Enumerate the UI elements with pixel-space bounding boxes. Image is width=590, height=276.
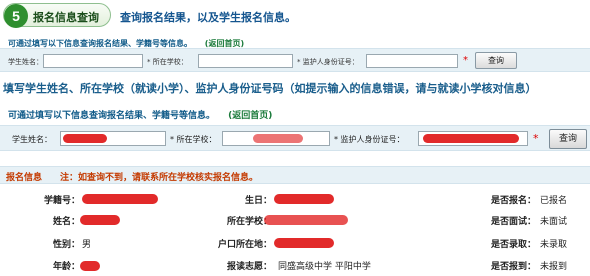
student-no-label: 学籍号： bbox=[43, 196, 80, 206]
form1-school-label: * 所在学校： bbox=[147, 58, 188, 66]
gender-label: 性别： bbox=[52, 240, 80, 250]
form2-guardian-id-label: * 监护人身份证号： bbox=[334, 135, 405, 144]
form2-query-button[interactable]: 查询 bbox=[549, 129, 587, 149]
student-no-value-redacted bbox=[82, 194, 158, 204]
redaction-mark bbox=[63, 134, 107, 143]
registered-value: 已报名 bbox=[540, 196, 568, 206]
step-number: 5 bbox=[4, 4, 28, 28]
reported-value: 未报到 bbox=[540, 262, 568, 272]
school-value-redacted bbox=[264, 215, 348, 225]
form2-guardian-id-input[interactable] bbox=[418, 131, 528, 146]
interviewed-label: 是否面试： bbox=[490, 217, 536, 227]
form2-school-input[interactable] bbox=[222, 131, 330, 146]
form1-hint-text: 可通过填写以下信息查询报名结果、学籍号等信息。 bbox=[8, 39, 192, 48]
birthday-label: 生日： bbox=[244, 196, 272, 206]
gender-value: 男 bbox=[82, 240, 92, 250]
birthday-value-redacted bbox=[274, 194, 334, 204]
form2-required-mark: * bbox=[533, 132, 539, 145]
info-grid: 学籍号： 生日： 是否报名： 已报名 姓名： 所在学校： 是否面试： 未面试 性… bbox=[0, 187, 590, 276]
age-label: 年龄： bbox=[52, 262, 80, 272]
instruction-text: 填写学生姓名、所在学校（就读小学）、监护人身份证号码（如提示输入的信息错误，请与… bbox=[3, 82, 537, 95]
age-value-redacted bbox=[80, 261, 100, 271]
form2-row: 学生姓名： * 所在学校： * 监护人身份证号： * 查询 bbox=[0, 125, 590, 151]
form1-query-button[interactable]: 查询 bbox=[475, 52, 517, 69]
page-header: 5 报名信息查询 查询报名结果，以及学生报名信息。 bbox=[0, 0, 590, 30]
form1-row: 学生姓名： * 所在学校： * 监护人身份证号： * 查询 bbox=[0, 48, 590, 72]
interviewed-value: 未面试 bbox=[540, 217, 568, 227]
form2-school-label: * 所在学校： bbox=[170, 135, 217, 144]
school-label: 所在学校： bbox=[226, 217, 272, 227]
form2-student-name-label: 学生姓名： bbox=[12, 135, 52, 144]
form1-student-name-label: 学生姓名： bbox=[8, 58, 43, 66]
step-badge: 5 报名信息查询 bbox=[3, 3, 111, 28]
choice-label: 报读志愿： bbox=[226, 262, 272, 272]
redaction-mark bbox=[253, 134, 303, 143]
info-note: 注：如查询不到，请联系所在学校核实报名信息。 bbox=[60, 173, 259, 183]
info-title: 报名信息 bbox=[6, 173, 43, 183]
step-title: 报名信息查询 bbox=[33, 11, 99, 24]
household-value-redacted bbox=[274, 238, 334, 248]
form2-hint: 可通过填写以下信息查询报名结果、学籍号等信息。 (返回首页) bbox=[8, 108, 272, 121]
form1-guardian-id-label: * 监护人身份证号： bbox=[297, 58, 359, 66]
form2-student-name-input[interactable] bbox=[60, 131, 166, 146]
form1-student-name-input[interactable] bbox=[43, 54, 143, 68]
form2-back-link[interactable]: (返回首页) bbox=[228, 111, 272, 121]
form1-school-input[interactable] bbox=[198, 54, 293, 68]
name-label: 姓名： bbox=[52, 217, 80, 227]
admitted-value: 未录取 bbox=[540, 240, 568, 250]
registered-label: 是否报名： bbox=[490, 196, 536, 206]
header-description: 查询报名结果，以及学生报名信息。 bbox=[120, 11, 296, 24]
admitted-label: 是否录取： bbox=[490, 240, 536, 250]
household-label: 户口所在地： bbox=[217, 240, 272, 250]
name-value-redacted bbox=[80, 215, 120, 225]
form2-hint-text: 可通过填写以下信息查询报名结果、学籍号等信息。 bbox=[8, 111, 216, 121]
info-header: 报名信息 注：如查询不到，请联系所在学校核实报名信息。 bbox=[0, 166, 590, 184]
form1-back-link[interactable]: (返回首页) bbox=[205, 39, 244, 48]
redaction-mark bbox=[423, 134, 519, 143]
form1-guardian-id-input[interactable] bbox=[366, 54, 458, 68]
reported-label: 是否报到： bbox=[490, 262, 536, 272]
form1-required-mark: * bbox=[463, 55, 468, 66]
choice-value: 同盛高级中学 平阳中学 bbox=[278, 262, 371, 272]
